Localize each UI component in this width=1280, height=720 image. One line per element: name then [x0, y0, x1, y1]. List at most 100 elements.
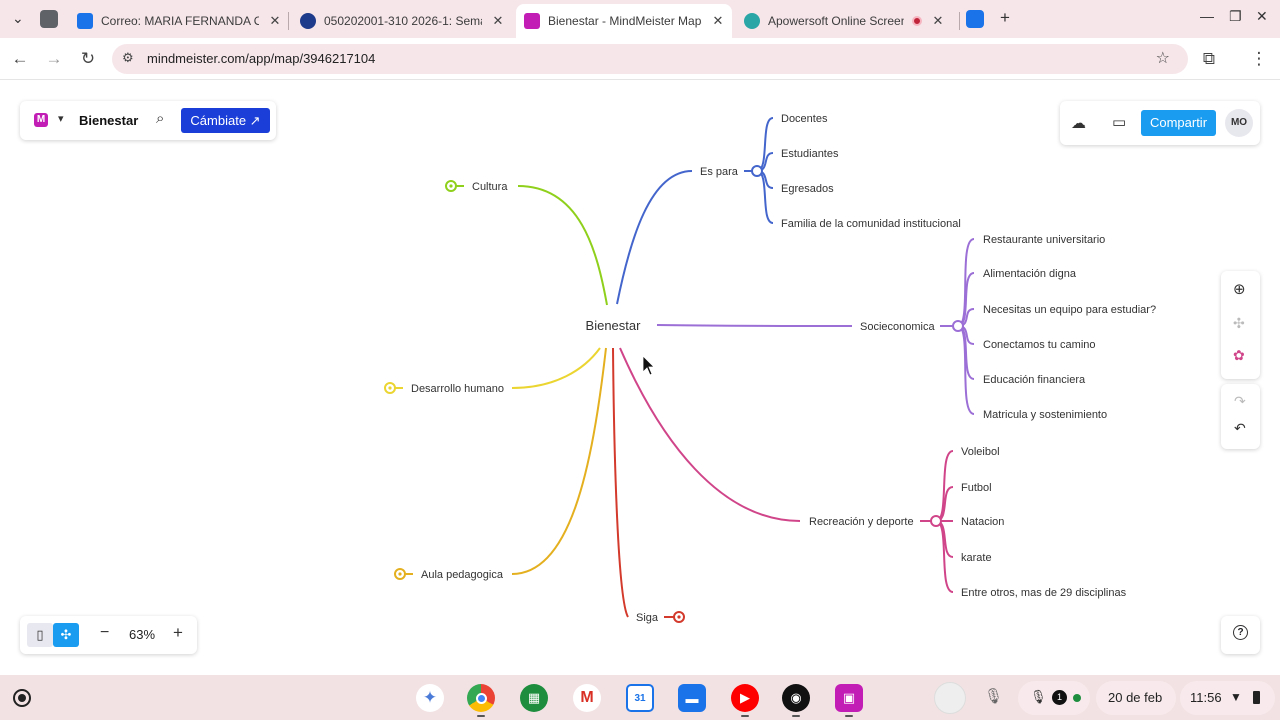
url-text[interactable]: mindmeister.com/app/map/3946217104 [147, 51, 375, 66]
running-indicator [741, 715, 749, 717]
tab-group-icon[interactable] [40, 10, 58, 28]
forward-icon[interactable]: → [43, 48, 65, 70]
tab-separator [959, 12, 960, 30]
new-tab-icon[interactable]: + [1000, 8, 1010, 28]
branch-line-aula [511, 347, 607, 575]
pinned-tab-icon[interactable] [966, 10, 984, 28]
system-tray[interactable]: 11:56 ▼ [1180, 681, 1275, 715]
collapse-handle-dot [677, 615, 681, 619]
apowersoft-icon [744, 13, 760, 29]
university-icon [300, 13, 316, 29]
tab-search-chevron-icon[interactable]: ⌄ [12, 10, 24, 27]
topic-cultura[interactable]: Cultura [472, 181, 508, 193]
site-settings-icon[interactable]: ⚙ [122, 50, 134, 66]
close-tab-icon[interactable]: ✕ [267, 13, 283, 29]
gmail-icon[interactable]: M [573, 684, 601, 712]
screen-capture-icon[interactable] [934, 682, 966, 714]
subtopic[interactable]: Futbol [961, 482, 992, 494]
collapse-handle-socio[interactable] [952, 320, 964, 332]
running-indicator [792, 715, 800, 717]
branch-line-siga [612, 347, 629, 618]
subtopic[interactable]: Familia de la comunidad institucional [781, 218, 961, 230]
close-window-icon[interactable]: ✕ [1256, 8, 1268, 25]
tab-strip: ⌄ Correo: MARIA FERNANDA OSO ✕ 050202001… [0, 0, 1280, 38]
clock-text: 11:56 [1190, 690, 1222, 705]
outlook-icon [77, 13, 93, 29]
topic-socioeconomica[interactable]: Socieconomica [860, 321, 935, 333]
collapse-handle-dot [449, 184, 453, 188]
topic-aula[interactable]: Aula pedagogica [421, 569, 504, 581]
subtopic[interactable]: Egresados [781, 183, 834, 195]
topic-recreacion[interactable]: Recreación y deporte [809, 516, 914, 528]
mindmeister-icon [524, 13, 540, 29]
mouse-cursor-icon [642, 355, 655, 376]
root-topic[interactable]: Bienestar [586, 318, 642, 333]
bookmark-star-icon[interactable]: ☆ [1156, 48, 1170, 68]
subtopic[interactable]: Necesitas un equipo para estudiar? [983, 304, 1156, 316]
microphone-icon[interactable]: 🎙 [984, 687, 1003, 705]
extensions-icon[interactable]: ⧉ [1198, 48, 1220, 70]
mic-active-icon: 🎙 [1030, 689, 1047, 704]
restore-icon[interactable]: ❐ [1229, 8, 1242, 25]
date-pill[interactable]: 20 de feb [1096, 681, 1176, 715]
gemini-icon[interactable]: ✦ [416, 684, 444, 712]
tab-separator [288, 12, 289, 30]
running-indicator [477, 715, 485, 717]
mind-map: Bienestar Cultura Es para Docentes Estud… [384, 113, 1156, 624]
subtopic[interactable]: Restaurante universitario [983, 234, 1105, 246]
launcher-icon[interactable] [13, 689, 31, 707]
notification-badge: 1 [1052, 690, 1067, 705]
close-tab-icon[interactable]: ✕ [490, 13, 506, 29]
apps-icon[interactable]: ▦ [520, 684, 548, 712]
battery-icon [1253, 691, 1260, 704]
collapse-handle-es-para[interactable] [751, 165, 763, 177]
branch-line-es-para [616, 170, 693, 305]
topic-es-para[interactable]: Es para [700, 166, 739, 178]
browser-toolbar: ← → ↻ ⚙ mindmeister.com/app/map/39462171… [0, 38, 1280, 80]
collapse-handle-dot [388, 386, 392, 390]
subtopic[interactable]: Natacion [961, 516, 1004, 528]
recording-icon [912, 16, 922, 26]
date-text: 20 de feb [1108, 690, 1163, 705]
collapse-handle-recreacion[interactable] [930, 515, 942, 527]
close-tab-icon[interactable]: ✕ [710, 13, 726, 29]
subtopic[interactable]: Estudiantes [781, 148, 839, 160]
close-tab-icon[interactable]: ✕ [930, 13, 946, 29]
os-shelf: ✦ ▦ M 31 ▬ ▶ ◉ ▣ 🎙 🎙 1 20 de feb 11:56 ▼ [0, 675, 1280, 720]
subtopic[interactable]: Voleibol [961, 446, 1000, 458]
recording-indicator-icon [1073, 694, 1081, 702]
tab-bienestar[interactable]: Bienestar - MindMeister Mapa m ✕ [516, 4, 732, 38]
subtopic[interactable]: Educación financiera [983, 374, 1086, 386]
topic-desarrollo[interactable]: Desarrollo humano [411, 383, 504, 395]
subtopic[interactable]: Entre otros, mas de 29 disciplinas [961, 587, 1127, 599]
reload-icon[interactable]: ↻ [77, 48, 99, 70]
map-canvas[interactable]: M ▾ Bienestar ⌕ Cámbiate ↗ ☁ ▭ Compartir… [0, 80, 1280, 675]
subtopic[interactable]: karate [961, 552, 992, 564]
branch-line-socio [656, 324, 853, 327]
tab-correo[interactable]: Correo: MARIA FERNANDA OSO ✕ [74, 4, 284, 38]
wifi-icon: ▼ [1230, 690, 1242, 704]
address-bar[interactable]: ⚙ mindmeister.com/app/map/3946217104 ☆ [112, 44, 1188, 74]
tab-semana[interactable]: 050202001-310 2026-1: Sema ✕ [298, 4, 508, 38]
browser-menu-icon[interactable]: ⋮ [1248, 48, 1270, 70]
branch-line-recreacion [619, 347, 801, 522]
mindmeister-app-icon[interactable]: ▣ [835, 684, 863, 712]
branch-line-desarrollo [511, 347, 601, 389]
back-icon[interactable]: ← [9, 48, 31, 70]
podcast-icon[interactable]: ◉ [782, 684, 810, 712]
branch-line-cultura [517, 185, 608, 306]
subtopic[interactable]: Conectamos tu camino [983, 339, 1096, 351]
status-pill[interactable]: 🎙 1 [1018, 681, 1090, 715]
chrome-icon[interactable] [467, 684, 495, 712]
subtopic[interactable]: Alimentación digna [983, 268, 1077, 280]
files-icon[interactable]: ▬ [678, 684, 706, 712]
topic-siga[interactable]: Siga [636, 612, 659, 624]
running-indicator [845, 715, 853, 717]
minimize-icon[interactable]: — [1200, 8, 1214, 24]
youtube-icon[interactable]: ▶ [731, 684, 759, 712]
subtopic[interactable]: Docentes [781, 113, 828, 125]
calendar-icon[interactable]: 31 [626, 684, 654, 712]
collapse-handle-dot [398, 572, 402, 576]
tab-apowersoft[interactable]: Apowersoft Online Screen R ✕ [744, 4, 954, 38]
subtopic[interactable]: Matricula y sostenimiento [983, 409, 1107, 421]
